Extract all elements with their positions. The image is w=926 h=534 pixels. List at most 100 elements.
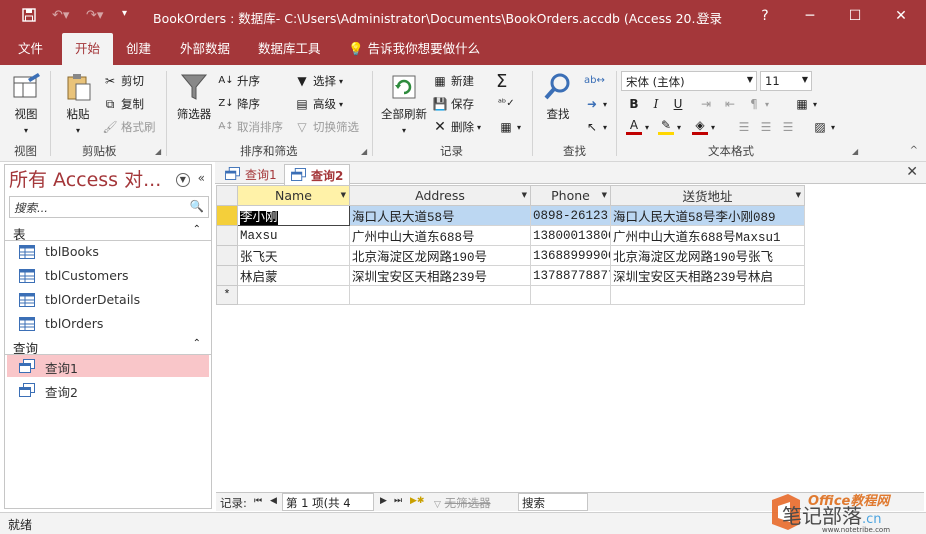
record-selector[interactable] [216,205,238,226]
paragraph-button[interactable]: ¶ ▾ [746,96,769,112]
table-row[interactable]: 李小刚 海口人民大道58号 0898-26123 海口人民大道58号李小刚089 [216,205,805,226]
nav-item-tblOrderDetails[interactable]: tblOrderDetails [7,289,209,311]
shutter-bar-icon[interactable]: « [198,171,205,185]
table-cell[interactable] [349,285,531,305]
current-record-field[interactable]: 第 1 项(共 4 项) [282,493,374,526]
highlight-button[interactable]: ✎ ▾ [658,119,681,135]
cut-button[interactable]: ✂ 剪切 [102,73,144,89]
gridlines-button[interactable]: ▦ ▾ [794,96,817,112]
align-left-button[interactable]: ☰ [736,119,752,135]
save-icon[interactable] [22,8,36,26]
totals-button[interactable]: Σ [496,71,507,92]
tab-external-data[interactable]: 外部数据 [172,33,238,65]
font-size-combo[interactable]: 11 ▼ [760,71,812,91]
new-record-nav-icon[interactable]: ▶✱ [410,496,424,506]
font-name-combo[interactable]: 宋体 (主体) ▼ [621,71,757,91]
record-selector[interactable] [216,245,238,266]
minimize-button[interactable]: ─ [795,5,825,27]
spelling-button[interactable]: ᵃᵇ✓ [498,96,515,112]
nav-item-query1[interactable]: 查询1 [7,355,209,377]
fill-color-button[interactable]: ◈ ▾ [692,119,715,135]
doc-tab-query2[interactable]: 查询2 [284,164,351,185]
sort-ascending-button[interactable]: A↓ 升序 [218,73,260,89]
table-cell[interactable]: 0898-26123 [530,205,611,226]
table-cell[interactable]: 13688999900 [530,245,611,266]
advanced-button[interactable]: ▤ 高级 ▾ [294,96,343,112]
alternate-row-color-button[interactable]: ▨ ▾ [812,119,835,135]
doc-tab-query1[interactable]: 查询1 [219,164,283,185]
record-selector[interactable] [216,225,238,246]
select-all-cell[interactable] [216,185,238,206]
chevron-down-icon[interactable]: ▼ [602,191,607,199]
replace-button[interactable]: ab↔ [584,73,605,89]
table-cell[interactable]: 海口人民大道58号 [349,205,531,226]
undo-icon[interactable]: ↶▾ [52,8,69,23]
copy-button[interactable]: ⧉ 复制 [102,96,144,112]
goto-button[interactable]: ➜ ▾ [584,96,607,112]
new-record-button[interactable]: ▦ 新建 [432,73,474,89]
collapse-chevron-icon[interactable]: ⌃ [193,338,201,349]
remove-sort-button[interactable]: A̶↕ 取消排序 [218,119,283,135]
column-header-address[interactable]: Address ▼ [349,185,531,206]
table-cell[interactable] [610,285,805,305]
table-cell[interactable]: 13788778877 [530,265,611,286]
record-search-input[interactable]: 搜索 [518,493,588,511]
table-cell[interactable]: 13800013800 [530,225,611,246]
table-row[interactable]: 林启蒙 深圳宝安区天相路239号 13788778877 深圳宝安区天相路239… [216,265,805,286]
chevron-down-icon[interactable]: ▼ [522,191,527,199]
sort-descending-button[interactable]: Z↓ 降序 [218,96,260,112]
close-button[interactable]: ✕ [886,5,916,27]
dialog-launcher-icon[interactable]: ◢ [852,147,858,156]
align-right-button[interactable]: ☰ [780,119,796,135]
collapse-chevron-icon[interactable]: ⌃ [193,224,201,235]
align-center-button[interactable]: ☰ [758,119,774,135]
nav-pane-title[interactable]: 所有 Access 对... [9,165,161,192]
dialog-launcher-icon[interactable]: ◢ [155,147,161,156]
view-button[interactable]: 视图 ▾ [6,71,46,136]
nav-section-tables[interactable]: 表 ⌃ [5,221,211,242]
table-cell[interactable]: 广州中山大道东688号 [349,225,531,246]
filter-button[interactable]: 筛选器 [172,71,216,122]
close-document-icon[interactable]: ✕ [906,164,918,180]
table-cell[interactable]: 北京海淀区龙网路190号 [349,245,531,266]
search-icon[interactable]: 🔍 [190,199,204,213]
filter-status[interactable]: ▽ 无筛选器 [434,495,491,511]
tab-file[interactable]: 文件 [10,33,51,65]
nav-menu-icon[interactable]: ▼ [175,173,190,187]
login-link[interactable]: 登录 [697,8,722,27]
table-cell[interactable]: 北京海淀区龙网路190号张飞 [610,245,805,266]
nav-item-query2[interactable]: 查询2 [7,379,209,401]
italic-button[interactable]: I [648,96,664,112]
bold-button[interactable]: B [626,96,642,112]
chevron-down-icon[interactable]: ▼ [341,191,346,199]
delete-record-button[interactable]: ✕ 删除 ▾ [432,119,481,135]
nav-section-queries[interactable]: 查询 ⌃ [5,335,211,356]
chevron-down-icon[interactable]: ▼ [796,191,801,199]
maximize-button[interactable]: ☐ [840,5,870,27]
refresh-all-button[interactable]: 全部刷新 ▾ [378,71,430,136]
save-record-button[interactable]: 💾 保存 [432,96,474,112]
table-cell[interactable]: 张飞天 [237,245,350,266]
column-header-name[interactable]: Name ▼ [237,185,350,206]
previous-record-icon[interactable]: ◀ [270,496,277,506]
table-cell[interactable]: 广州中山大道东688号Maxsu1 [610,225,805,246]
decrease-indent-button[interactable]: ⇤ [722,96,738,112]
tab-create[interactable]: 创建 [118,33,159,65]
format-painter-button[interactable]: 🖌 格式刷 [102,119,155,135]
table-cell[interactable]: 海口人民大道58号李小刚089 [610,205,805,226]
table-cell[interactable]: Maxsu [237,225,350,246]
paste-button[interactable]: 粘贴 ▾ [58,71,98,136]
new-record-row[interactable]: * [216,285,805,305]
underline-button[interactable]: U [670,96,686,112]
table-cell[interactable] [530,285,611,305]
tell-me-box[interactable]: 💡 告诉我你想要做什么 [340,33,488,65]
table-cell[interactable] [237,285,350,305]
table-cell[interactable]: 深圳宝安区天相路239号 [349,265,531,286]
table-row[interactable]: 张飞天 北京海淀区龙网路190号 13688999900 北京海淀区龙网路190… [216,245,805,266]
selection-button[interactable]: ▼ 选择 ▾ [294,73,343,89]
select-button[interactable]: ↖ ▾ [584,119,607,135]
toggle-filter-button[interactable]: ▽ 切换筛选 [294,119,359,135]
dialog-launcher-icon[interactable]: ◢ [361,147,367,156]
table-cell[interactable]: 深圳宝安区天相路239号林启 [610,265,805,286]
increase-indent-button[interactable]: ⇥ [698,96,714,112]
